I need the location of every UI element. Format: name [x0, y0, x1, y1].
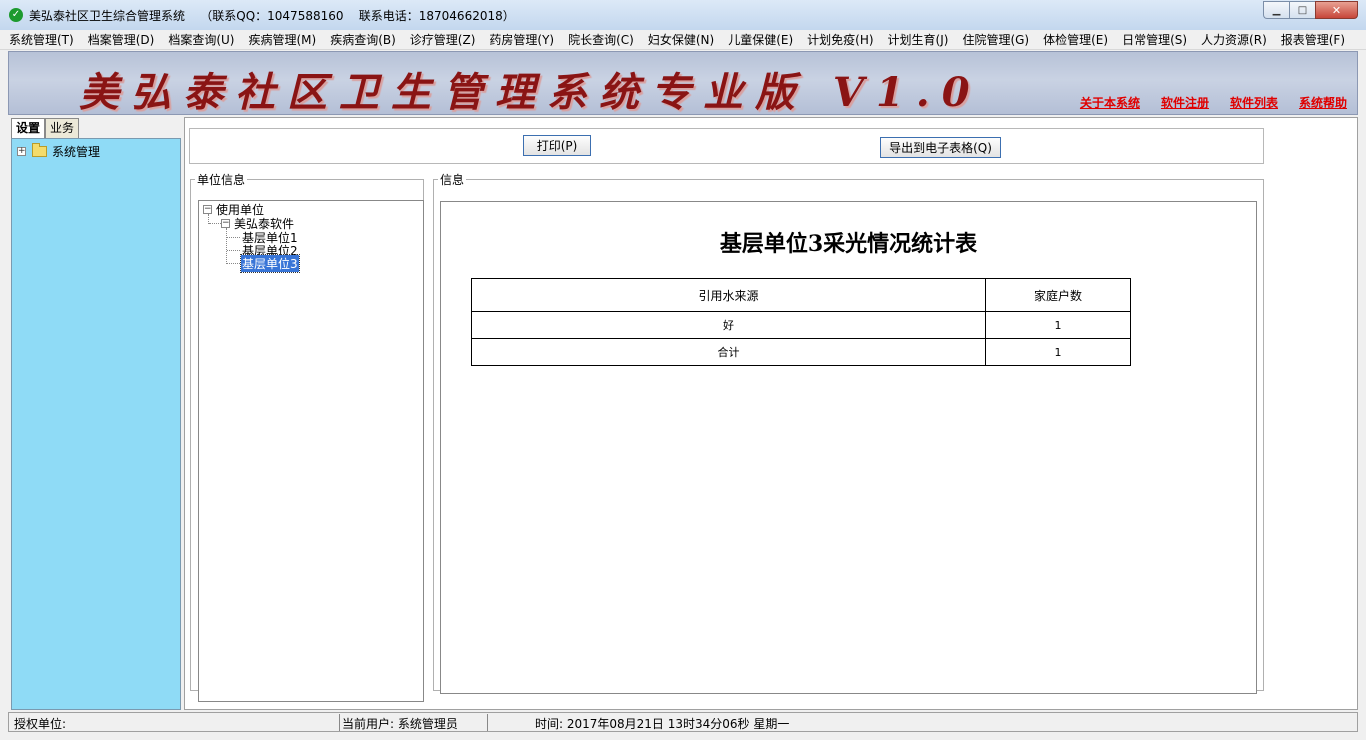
- print-button[interactable]: 打印(P): [523, 135, 591, 156]
- menu-pharmacy[interactable]: 药房管理(Y): [489, 31, 554, 48]
- export-excel-button[interactable]: 导出到电子表格(Q): [880, 137, 1001, 158]
- menu-disease[interactable]: 疾病管理(M): [248, 31, 316, 48]
- software-list-link[interactable]: 软件列表: [1230, 94, 1278, 111]
- menu-checkup[interactable]: 体检管理(E): [1043, 31, 1108, 48]
- expand-icon[interactable]: +: [17, 147, 26, 156]
- table-header-row: 引用水来源 家庭户数: [471, 278, 1131, 312]
- menu-bar: 系统管理(T) 档案管理(D) 档案查询(U) 疾病管理(M) 疾病查询(B) …: [0, 30, 1366, 50]
- menu-inpatient[interactable]: 住院管理(G): [962, 31, 1029, 48]
- unit-tree: − 使用单位 − 美弘泰软件 基层单位1 基层单位2 基层单位3: [198, 200, 424, 702]
- table-cell: 合计: [471, 338, 986, 366]
- tree-item-label: 系统管理: [52, 145, 101, 159]
- status-bar: 授权单位: 当前用户: 系统管理员 时间: 2017年08月21日 13时34分…: [8, 712, 1358, 732]
- status-separator: [339, 714, 340, 731]
- menu-records[interactable]: 档案管理(D): [88, 31, 155, 48]
- tree-node-unit-3[interactable]: 基层单位3: [240, 253, 300, 273]
- menu-reports[interactable]: 报表管理(F): [1281, 31, 1345, 48]
- report-frame: 基层单位3采光情况统计表 引用水来源 家庭户数 好 1 合计 1: [440, 201, 1257, 694]
- tab-settings[interactable]: 设置: [11, 118, 46, 139]
- table-cell: 1: [985, 311, 1131, 339]
- close-button[interactable]: ✕: [1315, 1, 1358, 19]
- menu-records-query[interactable]: 档案查询(U): [168, 31, 234, 48]
- column-header-water-source: 引用水来源: [471, 278, 986, 312]
- status-current-user: 当前用户: 系统管理员: [342, 717, 458, 731]
- table-row: 合计 1: [471, 338, 1131, 366]
- table-cell: 好: [471, 311, 986, 339]
- tree-node-unit-3-label: 基层单位3: [240, 253, 300, 273]
- menu-treatment[interactable]: 诊疗管理(Z): [410, 31, 476, 48]
- left-tabs: 设置 业务: [11, 118, 80, 139]
- window-title: 美弘泰社区卫生综合管理系统 （联系QQ：1047588160 联系电话：1870…: [29, 8, 515, 23]
- check-circle-icon: ✓: [9, 8, 23, 22]
- help-link[interactable]: 系统帮助: [1299, 94, 1347, 111]
- toolbar: 打印(P) 导出到电子表格(Q): [189, 128, 1264, 164]
- info-legend: 信息: [440, 173, 465, 187]
- banner-links: 关于本系统 软件注册 软件列表 系统帮助: [1059, 94, 1347, 111]
- menu-disease-query[interactable]: 疾病查询(B): [330, 31, 396, 48]
- status-time: 时间: 2017年08月21日 13时34分06秒 星期一: [535, 717, 790, 731]
- tab-business[interactable]: 业务: [45, 118, 80, 138]
- table-cell: 1: [985, 338, 1131, 366]
- menu-women-health[interactable]: 妇女保健(N): [648, 31, 714, 48]
- tree-item-system-management[interactable]: + 系统管理: [17, 143, 100, 160]
- report-title: 基层单位3采光情况统计表: [719, 231, 978, 257]
- banner: 美弘泰社区卫生管理系统专业版 V1.0 关于本系统 软件注册 软件列表 系统帮助: [8, 51, 1358, 115]
- minimize-button[interactable]: ▁: [1263, 1, 1289, 19]
- menu-hr[interactable]: 人力资源(R): [1201, 31, 1267, 48]
- title-bar: ✓ 美弘泰社区卫生综合管理系统 （联系QQ：1047588160 联系电话：18…: [0, 0, 1366, 30]
- menu-immunization[interactable]: 计划免疫(H): [807, 31, 873, 48]
- status-auth-unit: 授权单位:: [14, 717, 67, 731]
- menu-family-planning[interactable]: 计划生育(J): [888, 31, 949, 48]
- banner-title: 美弘泰社区卫生管理系统专业版 V1.0: [79, 69, 982, 115]
- column-header-household-count: 家庭户数: [985, 278, 1131, 312]
- unit-info-legend: 单位信息: [197, 173, 246, 187]
- window-controls: ▁ □ ✕: [1263, 1, 1358, 19]
- table-row: 好 1: [471, 311, 1131, 339]
- menu-system[interactable]: 系统管理(T): [9, 31, 74, 48]
- collapse-icon[interactable]: −: [221, 218, 230, 228]
- unit-info-group: 单位信息 − 使用单位 − 美弘泰软件 基层单位1 基层单位2 基层单位3: [190, 171, 424, 702]
- about-link[interactable]: 关于本系统: [1080, 94, 1140, 111]
- menu-child-health[interactable]: 儿童保健(E): [728, 31, 793, 48]
- left-panel: + 系统管理: [11, 138, 181, 710]
- collapse-icon[interactable]: −: [203, 204, 212, 214]
- register-link[interactable]: 软件注册: [1161, 94, 1209, 111]
- menu-director-query[interactable]: 院长查询(C): [568, 31, 634, 48]
- info-group: 信息 基层单位3采光情况统计表 引用水来源 家庭户数 好 1 合计 1: [433, 171, 1264, 694]
- menu-daily[interactable]: 日常管理(S): [1122, 31, 1187, 48]
- report-table: 引用水来源 家庭户数 好 1 合计 1: [471, 278, 1131, 366]
- status-separator: [487, 714, 488, 731]
- main-area: 打印(P) 导出到电子表格(Q) 单位信息 − 使用单位 − 美弘泰软件 基层单…: [184, 117, 1358, 710]
- folder-icon: [32, 143, 47, 157]
- maximize-button[interactable]: □: [1289, 1, 1315, 19]
